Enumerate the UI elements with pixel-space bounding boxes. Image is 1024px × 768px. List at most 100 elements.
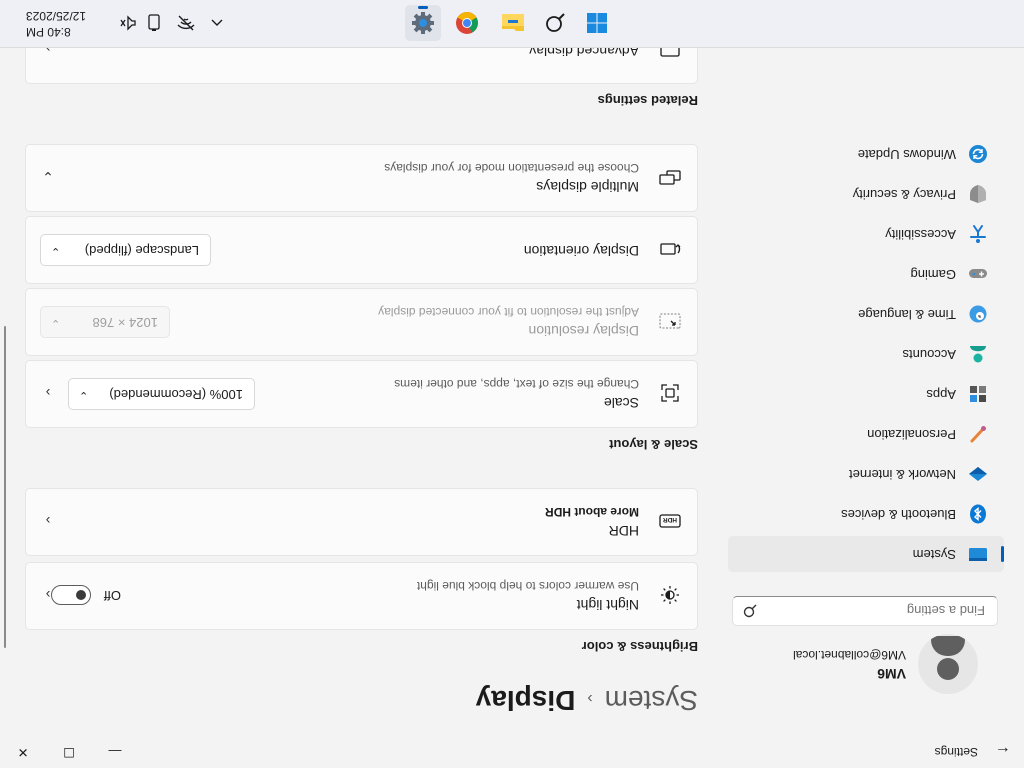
scale-dropdown[interactable]: 100% (Recommended) ⌄ — [68, 378, 255, 410]
multiple-displays-icon — [659, 166, 681, 188]
accounts-icon — [968, 344, 988, 364]
sidebar-item-label: Privacy & security — [852, 187, 956, 202]
chevron-right-icon[interactable]: › — [40, 513, 56, 529]
hdr-title: HDR — [608, 523, 639, 539]
hdr-icon: HDR — [659, 510, 681, 532]
chrome-icon[interactable] — [449, 5, 485, 41]
avatar — [918, 634, 978, 694]
sidebar-item-label: Accounts — [902, 347, 956, 362]
scale-card[interactable]: Scale Change the size of text, apps, and… — [25, 360, 698, 428]
resolution-dropdown: 1024 × 768 ⌄ — [40, 306, 170, 338]
chevron-down-icon: ⌄ — [51, 317, 61, 329]
system-clock[interactable]: 8:40 PM 12/25/2023 — [26, 8, 90, 40]
battery-icon[interactable] — [144, 13, 164, 33]
chevron-right-icon[interactable]: › — [40, 385, 56, 401]
user-email: VM6@collabnet.local — [793, 648, 906, 662]
sidebar-item-label: Bluetooth & devices — [841, 507, 956, 522]
sidebar-item-bluetooth[interactable]: Bluetooth & devices — [728, 496, 1004, 532]
sidebar-item-label: Windows Update — [857, 147, 956, 162]
shield-icon — [968, 184, 988, 204]
search-icon[interactable] — [537, 5, 573, 41]
sidebar-item-windows-update[interactable]: Windows Update — [728, 136, 1004, 172]
scale-desc: Change the size of text, apps, and other… — [394, 377, 639, 391]
orientation-dropdown[interactable]: Landscape (flipped) ⌄ — [40, 234, 211, 266]
multiple-displays-desc: Choose the presentation mode for your di… — [384, 161, 639, 175]
bluetooth-icon — [968, 504, 988, 524]
night-light-card[interactable]: Night light Use warmer colors to help bl… — [25, 562, 698, 630]
network-disconnected-icon[interactable] — [176, 13, 196, 33]
multiple-displays-card[interactable]: Multiple displays Choose the presentatio… — [25, 144, 698, 212]
maximize-button[interactable]: ☐ — [46, 736, 92, 768]
back-button[interactable]: ← — [992, 740, 1014, 762]
orientation-icon — [659, 238, 681, 260]
page-title: Display — [475, 685, 576, 716]
scrollbar[interactable] — [4, 326, 6, 648]
chevron-down-icon[interactable]: ⌄ — [40, 169, 56, 186]
scale-icon — [659, 382, 681, 404]
scale-title: Scale — [603, 395, 639, 411]
sidebar-item-apps[interactable]: Apps — [728, 376, 1004, 412]
update-icon — [968, 144, 988, 164]
chevron-down-icon: ⌄ — [51, 245, 61, 257]
app-title: Settings — [934, 745, 978, 759]
search-input[interactable] — [773, 602, 987, 619]
chevron-right-icon[interactable]: › — [40, 587, 56, 603]
sidebar-item-label: Gaming — [910, 267, 956, 282]
taskbar: 8:40 PM 12/25/2023 — [0, 0, 1024, 48]
resolution-icon — [659, 310, 681, 332]
night-light-toggle[interactable] — [51, 585, 91, 605]
breadcrumb-parent[interactable]: System — [605, 685, 698, 716]
search-box[interactable] — [732, 596, 998, 626]
scale-value: 100% (Recommended) — [109, 387, 243, 402]
sidebar-item-personalization[interactable]: Personalization — [728, 416, 1004, 452]
network-icon — [968, 464, 988, 484]
more-about-hdr-link[interactable]: More about HDR — [545, 505, 639, 519]
sidebar-item-system[interactable]: System — [728, 536, 1004, 572]
svg-text:HDR: HDR — [663, 516, 677, 523]
sidebar-item-gaming[interactable]: Gaming — [728, 256, 1004, 292]
settings-gear-icon[interactable] — [405, 5, 441, 41]
minimize-button[interactable]: — — [92, 736, 138, 768]
sidebar-item-label: System — [912, 547, 956, 562]
sidebar-item-accessibility[interactable]: Accessibility — [728, 216, 1004, 252]
orientation-value: Landscape (flipped) — [84, 243, 199, 258]
sidebar-item-network[interactable]: Network & internet — [728, 456, 1004, 492]
volume-muted-icon[interactable] — [118, 13, 138, 33]
file-explorer-icon[interactable] — [495, 5, 531, 41]
orientation-title: Display orientation — [523, 243, 639, 259]
apps-icon — [968, 384, 988, 404]
clock-time: 8:40 PM — [26, 25, 71, 39]
resolution-desc: Adjust the resolution to fit your connec… — [378, 305, 639, 319]
display-orientation-card[interactable]: Display orientation Landscape (flipped) … — [25, 216, 698, 284]
night-light-state: Off — [103, 588, 121, 603]
night-light-icon — [659, 584, 681, 606]
clock-date: 12/25/2023 — [26, 9, 87, 23]
display-resolution-card: Display resolution Adjust the resolution… — [25, 288, 698, 356]
night-light-desc: Use warmer colors to help block blue lig… — [416, 579, 639, 593]
sidebar-item-label: Apps — [926, 387, 956, 402]
chevron-right-icon: › — [587, 690, 593, 708]
chevron-down-icon: ⌄ — [79, 389, 89, 401]
brush-icon — [968, 424, 988, 444]
user-name: VM6 — [877, 666, 906, 682]
windows-start-icon[interactable] — [579, 5, 615, 41]
sidebar-item-label: Accessibility — [885, 227, 956, 242]
sidebar-item-privacy[interactable]: Privacy & security — [728, 176, 1004, 212]
system-icon — [968, 544, 988, 564]
settings-window: ← Settings — ☐ ✕ VM6 VM6@collabnet.local… — [0, 0, 1024, 768]
search-icon[interactable] — [743, 601, 757, 618]
multiple-displays-title: Multiple displays — [536, 179, 639, 195]
night-light-title: Night light — [576, 597, 639, 613]
hdr-card[interactable]: HDR HDR More about HDR › — [25, 488, 698, 556]
accessibility-icon — [968, 224, 988, 244]
section-brightness-color: Brightness & color — [581, 639, 698, 654]
sidebar-item-accounts[interactable]: Accounts — [728, 336, 1004, 372]
section-related-settings: Related settings — [597, 93, 698, 108]
globe-clock-icon — [968, 304, 988, 324]
close-button[interactable]: ✕ — [0, 736, 46, 768]
breadcrumb: System › Display — [476, 684, 698, 716]
chevron-up-icon[interactable] — [207, 13, 227, 33]
title-bar: ← Settings — ☐ ✕ — [0, 736, 1024, 768]
sidebar-item-time-language[interactable]: Time & language — [728, 296, 1004, 332]
sidebar-item-label: Personalization — [867, 427, 956, 442]
